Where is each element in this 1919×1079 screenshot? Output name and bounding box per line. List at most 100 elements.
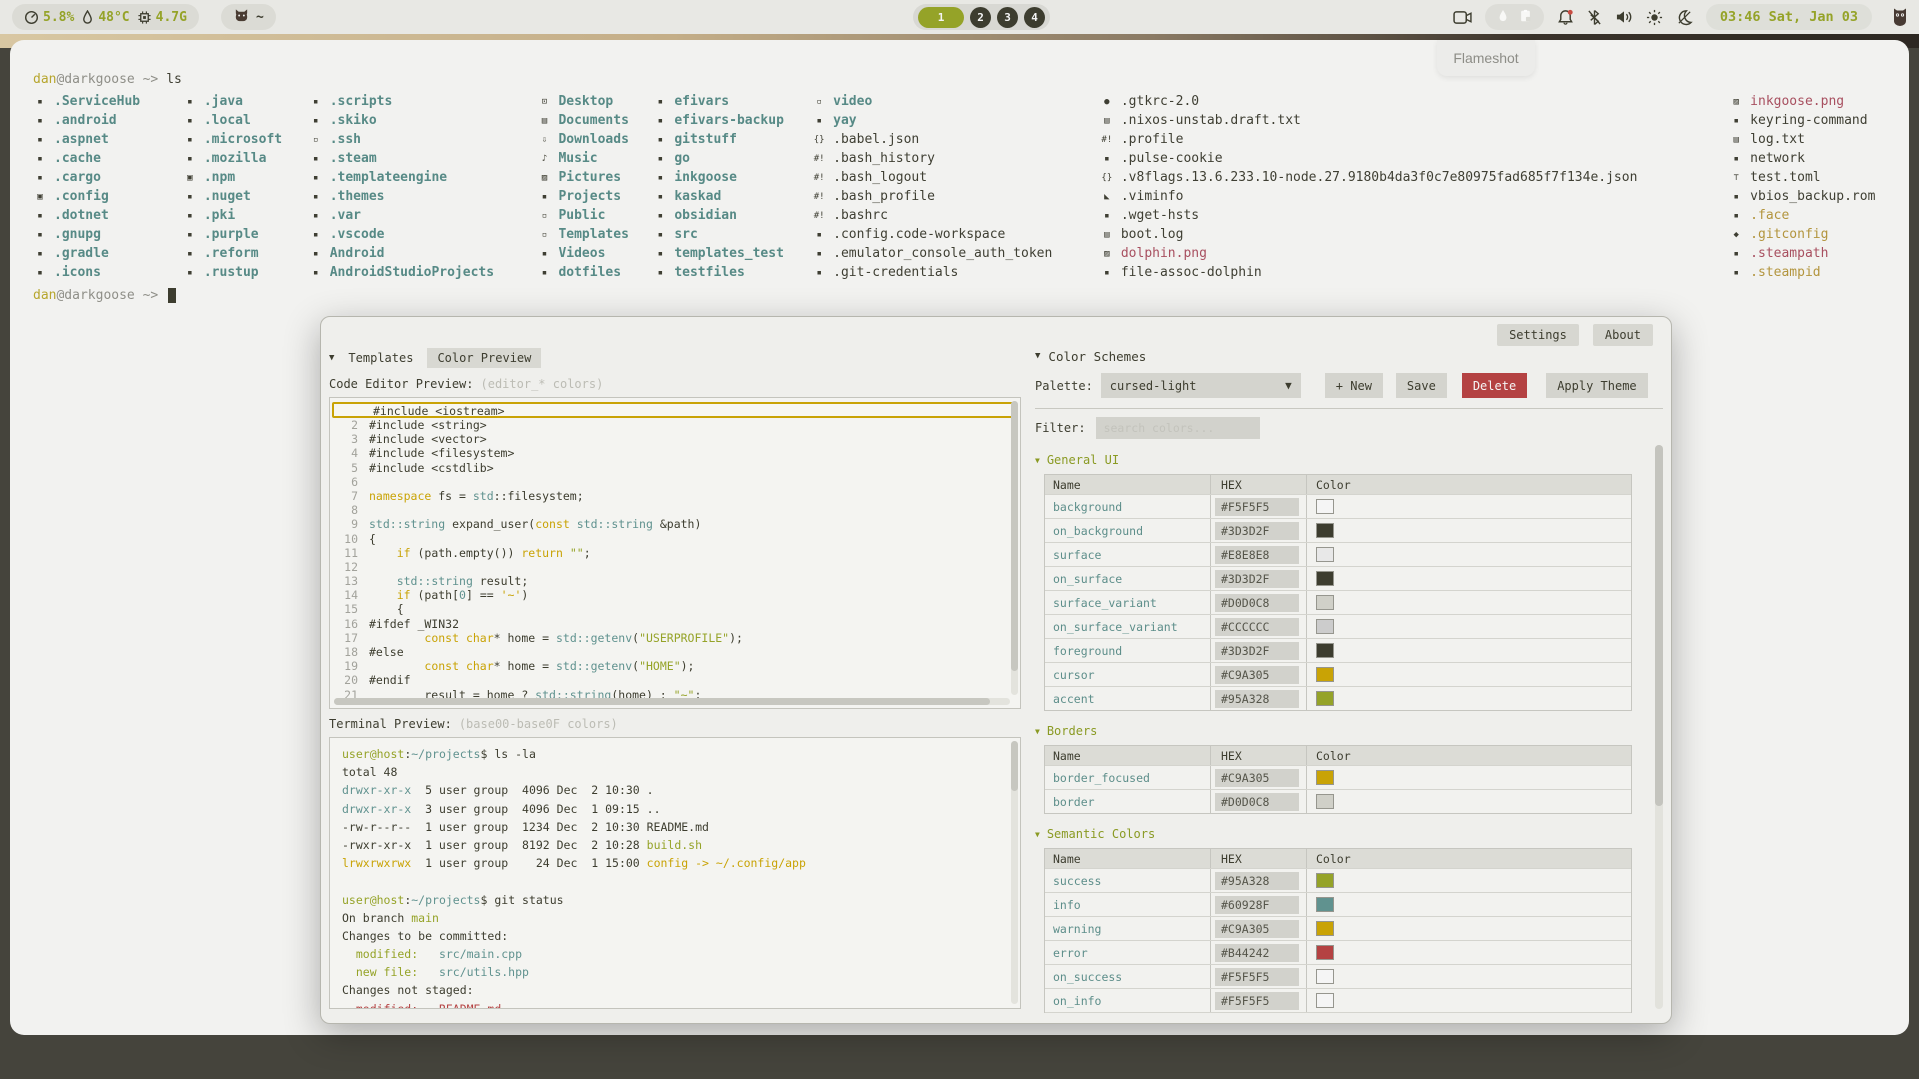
palette-select[interactable]: cursed-light ▼: [1101, 373, 1301, 398]
hex-input[interactable]: #E8E8E8: [1215, 546, 1299, 564]
color-cell: [1307, 567, 1631, 590]
section-title[interactable]: ▼General UI: [1035, 451, 1663, 469]
terminal-app-chip[interactable]: ~: [221, 4, 276, 30]
color-row[interactable]: border_focused#C9A305: [1045, 765, 1631, 789]
color-row[interactable]: on_info#F5F5F5: [1045, 988, 1631, 1012]
workspace-4[interactable]: 4: [1024, 7, 1045, 28]
color-row[interactable]: surface_variant#D0D0C8: [1045, 590, 1631, 614]
hex-input[interactable]: #F5F5F5: [1215, 992, 1299, 1010]
volume-icon[interactable]: [1615, 9, 1633, 25]
hex-input[interactable]: #95A328: [1215, 690, 1299, 708]
hex-input[interactable]: #B44242: [1215, 944, 1299, 962]
workspace-1[interactable]: 1: [918, 7, 964, 28]
color-swatch[interactable]: [1316, 921, 1334, 936]
hex-input[interactable]: #60928F: [1215, 896, 1299, 914]
notification-bell-icon[interactable]: [1557, 9, 1574, 26]
color-row[interactable]: foreground#3D3D2F: [1045, 638, 1631, 662]
hex-input[interactable]: #D0D0C8: [1215, 793, 1299, 811]
hex-input[interactable]: #C9A305: [1215, 769, 1299, 787]
owl-app-icon[interactable]: [1891, 7, 1909, 27]
night-light-icon[interactable]: [1676, 9, 1693, 26]
color-row[interactable]: success#95A328: [1045, 868, 1631, 892]
color-swatch[interactable]: [1316, 873, 1334, 888]
tab-templates[interactable]: Templates: [344, 348, 417, 368]
ls-entry: ▪.nuget: [183, 187, 309, 206]
delete-palette-button[interactable]: Delete: [1462, 373, 1527, 398]
color-swatch[interactable]: [1316, 969, 1334, 984]
color-swatch[interactable]: [1316, 691, 1334, 706]
color-swatch[interactable]: [1316, 993, 1334, 1008]
temp-value: 48°C: [98, 10, 129, 25]
hex-input[interactable]: #F5F5F5: [1215, 498, 1299, 516]
color-row[interactable]: on_surface#3D3D2F: [1045, 566, 1631, 590]
save-palette-button[interactable]: Save: [1396, 373, 1447, 398]
color-row[interactable]: on_success#F5F5F5: [1045, 964, 1631, 988]
color-swatch[interactable]: [1316, 945, 1334, 960]
hex-input[interactable]: #C9A305: [1215, 666, 1299, 684]
code-token: [369, 574, 397, 588]
schemes-vertical-scrollbar[interactable]: [1655, 445, 1663, 1009]
color-row[interactable]: on_background#3D3D2F: [1045, 518, 1631, 542]
color-swatch[interactable]: [1316, 595, 1334, 610]
new-palette-button[interactable]: + New: [1325, 373, 1383, 398]
terminal-vertical-scrollbar[interactable]: [1011, 741, 1018, 1004]
chevron-down-icon[interactable]: ▼: [1035, 351, 1040, 361]
hex-input[interactable]: #C9A305: [1215, 920, 1299, 938]
section-title[interactable]: ▼Semantic Colors: [1035, 825, 1663, 843]
color-row[interactable]: info#60928F: [1045, 892, 1631, 916]
flameshot-flame-icon: [1497, 8, 1509, 27]
brightness-icon[interactable]: [1646, 9, 1663, 26]
code-token: &path): [653, 517, 701, 531]
color-row[interactable]: border#D0D0C8: [1045, 789, 1631, 813]
clock[interactable]: 03:46 Sat, Jan 03: [1706, 4, 1872, 30]
code-token: #ifdef _WIN32: [369, 617, 459, 631]
bluetooth-off-icon[interactable]: [1587, 9, 1602, 26]
about-button[interactable]: About: [1593, 324, 1653, 346]
chevron-down-icon[interactable]: ▼: [329, 353, 334, 363]
code-token: std::string: [397, 574, 473, 588]
hex-input[interactable]: #CCCCCC: [1215, 618, 1299, 636]
workspace-3[interactable]: 3: [997, 7, 1018, 28]
color-swatch[interactable]: [1316, 571, 1334, 586]
workspace-2[interactable]: 2: [970, 7, 991, 28]
color-row[interactable]: warning#C9A305: [1045, 916, 1631, 940]
settings-button[interactable]: Settings: [1497, 324, 1579, 346]
line-number: 5: [330, 461, 358, 475]
color-swatch[interactable]: [1316, 619, 1334, 634]
color-row[interactable]: on_surface_variant#CCCCCC: [1045, 614, 1631, 638]
color-swatch[interactable]: [1316, 897, 1334, 912]
hex-input[interactable]: #95A328: [1215, 872, 1299, 890]
flameshot-tray-pill[interactable]: [1485, 4, 1544, 30]
filter-input[interactable]: [1096, 417, 1260, 439]
color-row[interactable]: accent#95A328: [1045, 686, 1631, 710]
apply-theme-button[interactable]: Apply Theme: [1546, 373, 1647, 398]
tab-color-preview[interactable]: Color Preview: [427, 348, 541, 368]
editor-vertical-scrollbar[interactable]: [1011, 401, 1018, 695]
color-row[interactable]: error#B44242: [1045, 940, 1631, 964]
color-swatch[interactable]: [1316, 794, 1334, 809]
terminal-token: user@host: [342, 893, 404, 907]
color-swatch[interactable]: [1316, 770, 1334, 785]
hex-input[interactable]: #3D3D2F: [1215, 522, 1299, 540]
hex-input[interactable]: #D0D0C8: [1215, 594, 1299, 612]
color-row[interactable]: cursor#C9A305: [1045, 662, 1631, 686]
folder-icon: ▪: [537, 192, 551, 202]
color-swatch[interactable]: [1316, 523, 1334, 538]
color-row[interactable]: background#F5F5F5: [1045, 494, 1631, 518]
color-cell: [1307, 941, 1631, 964]
color-swatch[interactable]: [1316, 667, 1334, 682]
editor-horizontal-scrollbar[interactable]: [334, 698, 1010, 705]
color-row[interactable]: surface#E8E8E8: [1045, 542, 1631, 566]
hex-input[interactable]: #F5F5F5: [1215, 968, 1299, 986]
color-swatch[interactable]: [1316, 499, 1334, 514]
color-row[interactable]: on_warning#F5F5F5: [1045, 1012, 1631, 1013]
ls-entry: ▪Videos: [537, 244, 653, 263]
hex-input[interactable]: #3D3D2F: [1215, 642, 1299, 660]
section-title[interactable]: ▼Borders: [1035, 722, 1663, 740]
screen-record-icon[interactable]: [1453, 10, 1472, 25]
hex-input[interactable]: #3D3D2F: [1215, 570, 1299, 588]
ls-entry: ▪.steampid: [1729, 263, 1909, 282]
terminal-preview-label: Terminal Preview:: [329, 717, 452, 731]
color-swatch[interactable]: [1316, 547, 1334, 562]
color-swatch[interactable]: [1316, 643, 1334, 658]
